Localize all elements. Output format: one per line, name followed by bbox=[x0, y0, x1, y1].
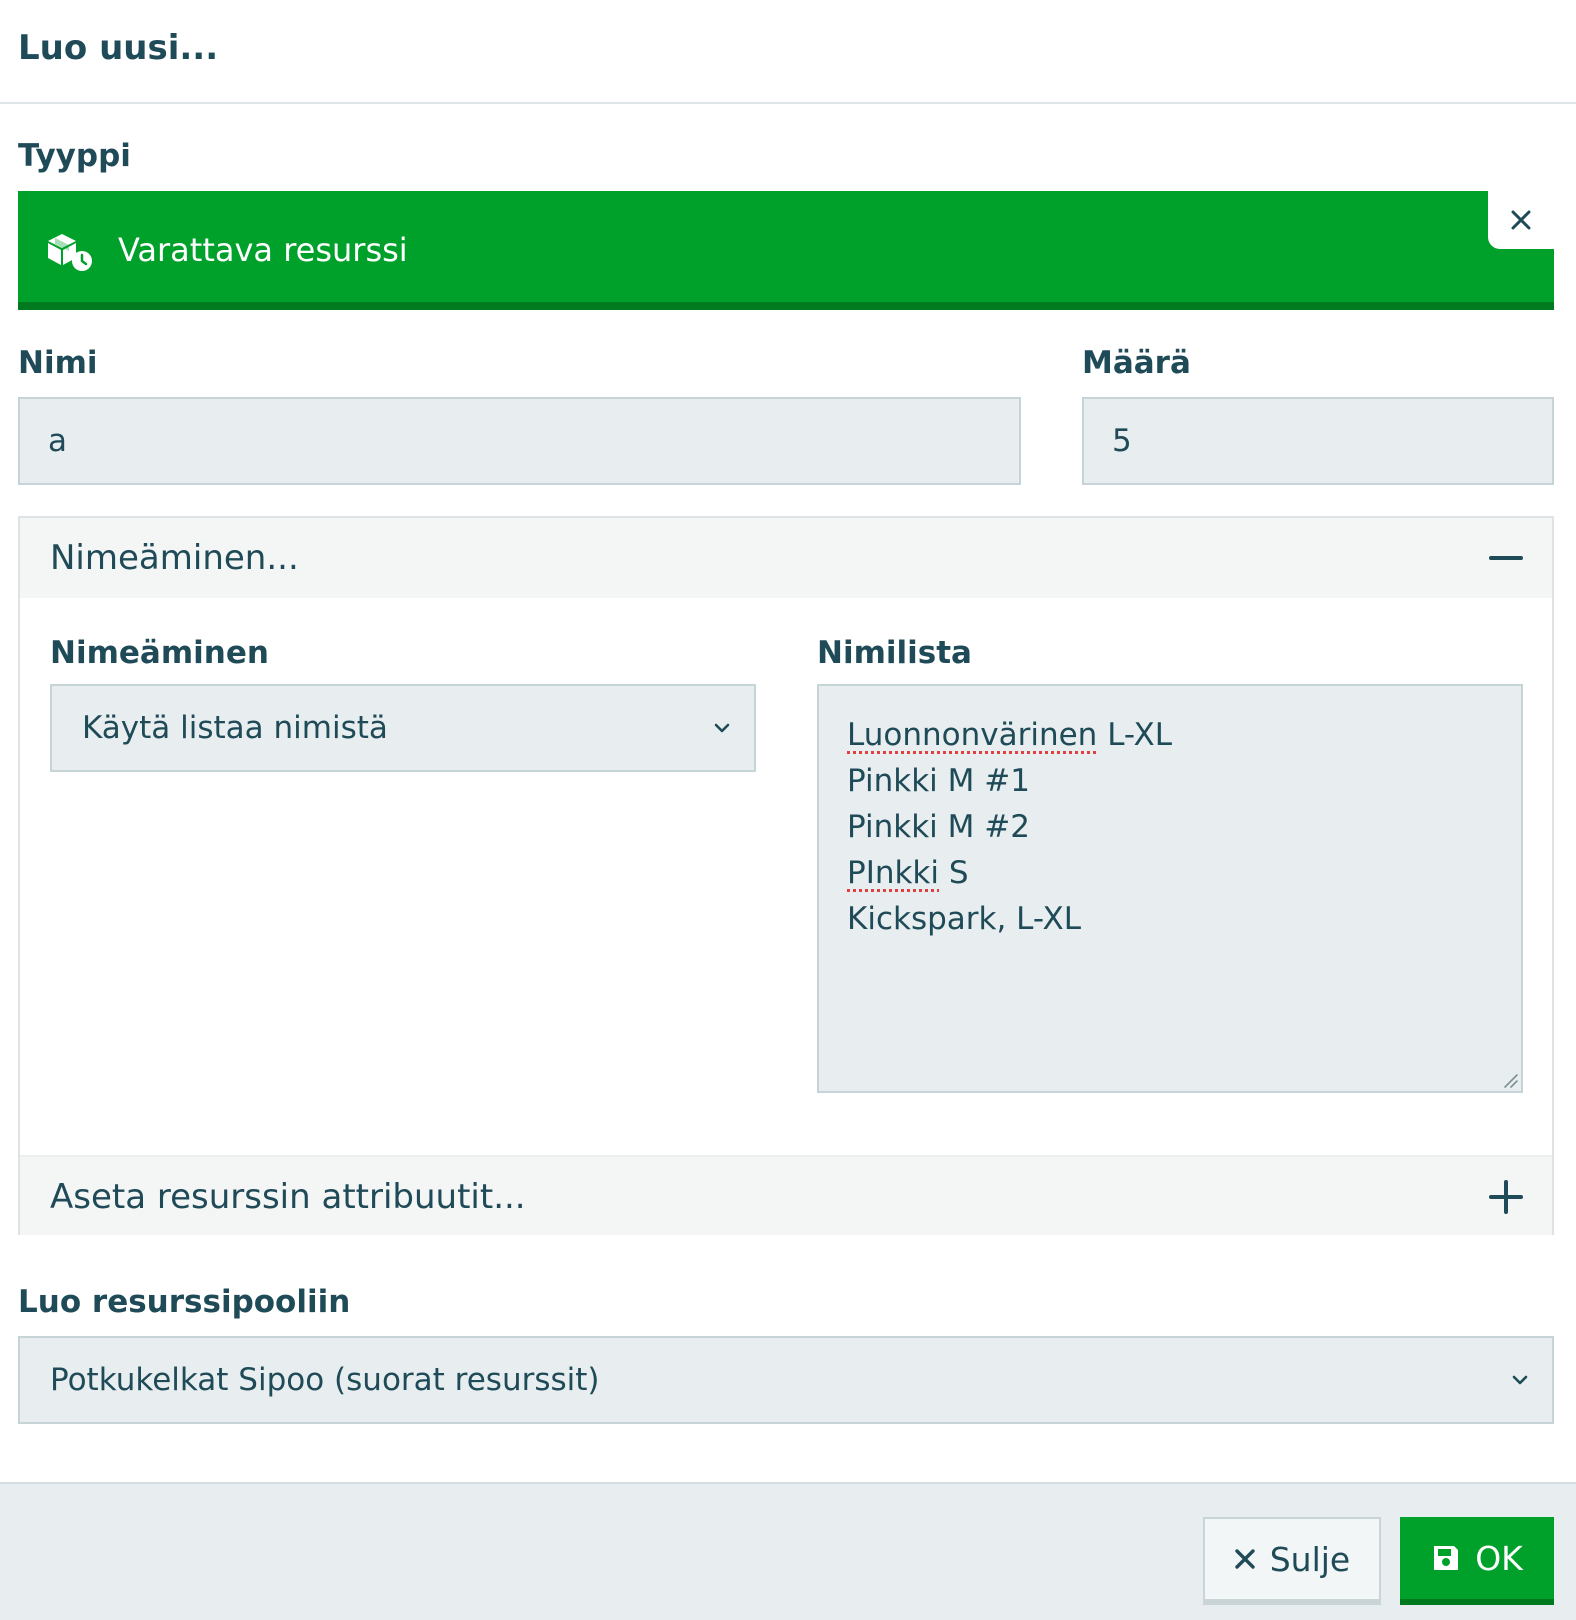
amount-label: Määrä bbox=[1082, 345, 1191, 381]
name-input-value: a bbox=[48, 423, 67, 459]
close-button-label: Sulje bbox=[1269, 1539, 1351, 1579]
ok-button-label: OK bbox=[1475, 1538, 1523, 1578]
namelist-line: PInkki S bbox=[847, 855, 969, 891]
naming-label: Nimeäminen bbox=[50, 635, 269, 671]
attributes-panel-title: Aseta resurssin attribuutit... bbox=[50, 1177, 526, 1217]
expand-plus-icon bbox=[1489, 1180, 1523, 1214]
amount-input-value: 5 bbox=[1112, 423, 1132, 459]
namelist-line: Pinkki M #2 bbox=[847, 809, 1030, 845]
close-icon bbox=[1511, 210, 1531, 230]
close-icon bbox=[1235, 1549, 1255, 1569]
ok-button[interactable]: OK bbox=[1400, 1517, 1554, 1605]
pool-select[interactable]: Potkukelkat Sipoo (suorat resurssit) bbox=[18, 1336, 1554, 1424]
namelist-line: Kickspark, L-XL bbox=[847, 901, 1082, 937]
create-dialog: Luo uusi... Tyyppi Varattava resurssi Ni… bbox=[0, 0, 1576, 1620]
dialog-title: Luo uusi... bbox=[18, 28, 219, 68]
amount-input[interactable]: 5 bbox=[1082, 397, 1554, 485]
dialog-footer: Sulje OK bbox=[0, 1482, 1576, 1620]
namelist-line: Luonnonvärinen L-XL bbox=[847, 717, 1173, 753]
namelist-textarea[interactable]: Luonnonvärinen L-XL Pinkki M #1 Pinkki M… bbox=[817, 684, 1523, 1093]
name-label: Nimi bbox=[18, 345, 98, 381]
name-input[interactable]: a bbox=[18, 397, 1021, 485]
resize-handle-icon[interactable] bbox=[1501, 1071, 1519, 1089]
naming-select[interactable]: Käytä listaa nimistä bbox=[50, 684, 756, 772]
chevron-down-icon bbox=[1512, 1375, 1528, 1385]
namelist-label: Nimilista bbox=[817, 635, 972, 671]
pool-label: Luo resurssipooliin bbox=[18, 1284, 351, 1320]
save-icon bbox=[1434, 1546, 1459, 1570]
type-label: Tyyppi bbox=[18, 138, 131, 174]
namelist-line: Pinkki M #1 bbox=[847, 763, 1030, 799]
collapse-minus-icon bbox=[1489, 556, 1523, 560]
close-button[interactable]: Sulje bbox=[1203, 1517, 1381, 1605]
attributes-panel-header[interactable]: Aseta resurssin attribuutit... bbox=[20, 1155, 1552, 1235]
box-clock-icon bbox=[48, 234, 92, 271]
naming-select-value: Käytä listaa nimistä bbox=[82, 710, 388, 746]
type-value: Varattava resurssi bbox=[118, 231, 408, 269]
chevron-down-icon bbox=[714, 723, 730, 733]
type-selection[interactable]: Varattava resurssi bbox=[18, 191, 1554, 310]
clear-type-button[interactable] bbox=[1488, 191, 1554, 249]
naming-panel-title: Nimeäminen... bbox=[50, 538, 299, 578]
pool-select-value: Potkukelkat Sipoo (suorat resurssit) bbox=[50, 1362, 600, 1398]
naming-panel-header[interactable]: Nimeäminen... bbox=[20, 518, 1552, 598]
dialog-header: Luo uusi... bbox=[0, 0, 1576, 104]
